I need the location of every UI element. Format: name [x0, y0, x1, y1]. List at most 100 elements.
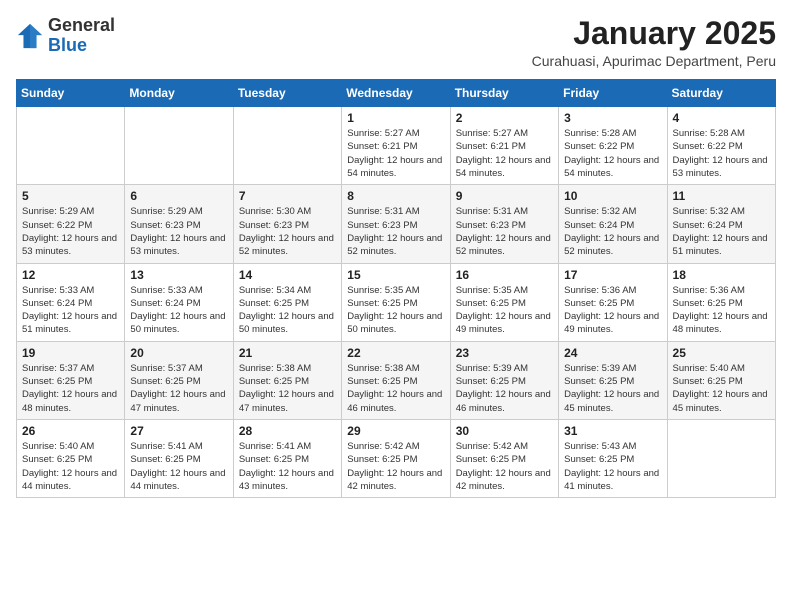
calendar-cell: 5 Sunrise: 5:29 AM Sunset: 6:22 PM Daylig… — [17, 185, 125, 263]
calendar-header-tuesday: Tuesday — [233, 80, 341, 107]
calendar-cell — [125, 107, 233, 185]
day-info: Sunrise: 5:29 AM Sunset: 6:23 PM Dayligh… — [130, 205, 227, 258]
day-info: Sunrise: 5:29 AM Sunset: 6:22 PM Dayligh… — [22, 205, 119, 258]
logo-blue-text: Blue — [48, 35, 87, 55]
calendar-cell — [17, 107, 125, 185]
calendar-cell: 20 Sunrise: 5:37 AM Sunset: 6:25 PM Dayli… — [125, 341, 233, 419]
calendar-cell: 29 Sunrise: 5:42 AM Sunset: 6:25 PM Dayli… — [342, 419, 450, 497]
day-info: Sunrise: 5:41 AM Sunset: 6:25 PM Dayligh… — [130, 440, 227, 493]
calendar-cell: 6 Sunrise: 5:29 AM Sunset: 6:23 PM Daylig… — [125, 185, 233, 263]
title-section: January 2025 Curahuasi, Apurimac Departm… — [532, 16, 776, 69]
day-number: 10 — [564, 189, 661, 203]
calendar-cell: 8Sunrise: 5:31 AM Sunset: 6:23 PM Daylig… — [342, 185, 450, 263]
calendar-cell: 11Sunrise: 5:32 AM Sunset: 6:24 PM Dayli… — [667, 185, 775, 263]
day-number: 11 — [673, 189, 770, 203]
day-number: 12 — [22, 268, 119, 282]
day-info: Sunrise: 5:36 AM Sunset: 6:25 PM Dayligh… — [673, 284, 770, 337]
calendar-cell: 27Sunrise: 5:41 AM Sunset: 6:25 PM Dayli… — [125, 419, 233, 497]
day-info: Sunrise: 5:38 AM Sunset: 6:25 PM Dayligh… — [347, 362, 444, 415]
day-number: 16 — [456, 268, 553, 282]
day-number: 3 — [564, 111, 661, 125]
calendar-header-row: SundayMondayTuesdayWednesdayThursdayFrid… — [17, 80, 776, 107]
calendar-cell: 31 Sunrise: 5:43 AM Sunset: 6:25 PM Dayli… — [559, 419, 667, 497]
calendar-header-sunday: Sunday — [17, 80, 125, 107]
calendar-header-friday: Friday — [559, 80, 667, 107]
calendar-cell — [233, 107, 341, 185]
day-number: 28 — [239, 424, 336, 438]
day-info: Sunrise: 5:39 AM Sunset: 6:25 PM Dayligh… — [564, 362, 661, 415]
header: General Blue January 2025 Curahuasi, Apu… — [16, 16, 776, 69]
day-info: Sunrise: 5:33 AM Sunset: 6:24 PM Dayligh… — [130, 284, 227, 337]
day-number: 5 — [22, 189, 119, 203]
day-info: Sunrise: 5:35 AM Sunset: 6:25 PM Dayligh… — [347, 284, 444, 337]
calendar-cell: 28 Sunrise: 5:41 AM Sunset: 6:25 PM Dayli… — [233, 419, 341, 497]
calendar-cell: 4Sunrise: 5:28 AM Sunset: 6:22 PM Daylig… — [667, 107, 775, 185]
day-number: 29 — [347, 424, 444, 438]
calendar-week-row: 5 Sunrise: 5:29 AM Sunset: 6:22 PM Daylig… — [17, 185, 776, 263]
calendar-cell: 23 Sunrise: 5:39 AM Sunset: 6:25 PM Dayli… — [450, 341, 558, 419]
day-info: Sunrise: 5:42 AM Sunset: 6:25 PM Dayligh… — [456, 440, 553, 493]
day-number: 7 — [239, 189, 336, 203]
day-number: 6 — [130, 189, 227, 203]
day-number: 24 — [564, 346, 661, 360]
calendar-cell: 30 Sunrise: 5:42 AM Sunset: 6:25 PM Dayli… — [450, 419, 558, 497]
calendar-header-monday: Monday — [125, 80, 233, 107]
calendar-cell: 14Sunrise: 5:34 AM Sunset: 6:25 PM Dayli… — [233, 263, 341, 341]
day-number: 21 — [239, 346, 336, 360]
day-info: Sunrise: 5:31 AM Sunset: 6:23 PM Dayligh… — [456, 205, 553, 258]
calendar-header-thursday: Thursday — [450, 80, 558, 107]
day-info: Sunrise: 5:39 AM Sunset: 6:25 PM Dayligh… — [456, 362, 553, 415]
day-info: Sunrise: 5:36 AM Sunset: 6:25 PM Dayligh… — [564, 284, 661, 337]
day-info: Sunrise: 5:41 AM Sunset: 6:25 PM Dayligh… — [239, 440, 336, 493]
calendar-cell: 17 Sunrise: 5:36 AM Sunset: 6:25 PM Dayli… — [559, 263, 667, 341]
day-number: 15 — [347, 268, 444, 282]
calendar-table: SundayMondayTuesdayWednesdayThursdayFrid… — [16, 79, 776, 498]
day-number: 4 — [673, 111, 770, 125]
day-number: 25 — [673, 346, 770, 360]
calendar-cell — [667, 419, 775, 497]
day-number: 31 — [564, 424, 661, 438]
month-title: January 2025 — [532, 16, 776, 51]
calendar-cell: 15 Sunrise: 5:35 AM Sunset: 6:25 PM Dayli… — [342, 263, 450, 341]
day-number: 26 — [22, 424, 119, 438]
day-info: Sunrise: 5:37 AM Sunset: 6:25 PM Dayligh… — [22, 362, 119, 415]
calendar-cell: 24 Sunrise: 5:39 AM Sunset: 6:25 PM Dayli… — [559, 341, 667, 419]
day-number: 13 — [130, 268, 227, 282]
day-info: Sunrise: 5:33 AM Sunset: 6:24 PM Dayligh… — [22, 284, 119, 337]
day-number: 18 — [673, 268, 770, 282]
day-number: 23 — [456, 346, 553, 360]
day-info: Sunrise: 5:35 AM Sunset: 6:25 PM Dayligh… — [456, 284, 553, 337]
day-number: 2 — [456, 111, 553, 125]
day-number: 30 — [456, 424, 553, 438]
calendar-cell: 18 Sunrise: 5:36 AM Sunset: 6:25 PM Dayli… — [667, 263, 775, 341]
day-info: Sunrise: 5:27 AM Sunset: 6:21 PM Dayligh… — [347, 127, 444, 180]
day-info: Sunrise: 5:42 AM Sunset: 6:25 PM Dayligh… — [347, 440, 444, 493]
day-info: Sunrise: 5:38 AM Sunset: 6:25 PM Dayligh… — [239, 362, 336, 415]
calendar-cell: 1 Sunrise: 5:27 AM Sunset: 6:21 PM Daylig… — [342, 107, 450, 185]
calendar-cell: 9 Sunrise: 5:31 AM Sunset: 6:23 PM Daylig… — [450, 185, 558, 263]
location-subtitle: Curahuasi, Apurimac Department, Peru — [532, 53, 776, 69]
day-number: 9 — [456, 189, 553, 203]
calendar-cell: 2Sunrise: 5:27 AM Sunset: 6:21 PM Daylig… — [450, 107, 558, 185]
day-number: 1 — [347, 111, 444, 125]
day-number: 20 — [130, 346, 227, 360]
day-info: Sunrise: 5:40 AM Sunset: 6:25 PM Dayligh… — [673, 362, 770, 415]
day-info: Sunrise: 5:37 AM Sunset: 6:25 PM Dayligh… — [130, 362, 227, 415]
day-info: Sunrise: 5:43 AM Sunset: 6:25 PM Dayligh… — [564, 440, 661, 493]
calendar-cell: 10Sunrise: 5:32 AM Sunset: 6:24 PM Dayli… — [559, 185, 667, 263]
calendar-cell: 19Sunrise: 5:37 AM Sunset: 6:25 PM Dayli… — [17, 341, 125, 419]
day-info: Sunrise: 5:30 AM Sunset: 6:23 PM Dayligh… — [239, 205, 336, 258]
calendar-cell: 21 Sunrise: 5:38 AM Sunset: 6:25 PM Dayli… — [233, 341, 341, 419]
calendar-header-wednesday: Wednesday — [342, 80, 450, 107]
calendar-cell: 3Sunrise: 5:28 AM Sunset: 6:22 PM Daylig… — [559, 107, 667, 185]
day-info: Sunrise: 5:34 AM Sunset: 6:25 PM Dayligh… — [239, 284, 336, 337]
calendar-cell: 25 Sunrise: 5:40 AM Sunset: 6:25 PM Dayli… — [667, 341, 775, 419]
calendar-week-row: 1 Sunrise: 5:27 AM Sunset: 6:21 PM Daylig… — [17, 107, 776, 185]
day-info: Sunrise: 5:40 AM Sunset: 6:25 PM Dayligh… — [22, 440, 119, 493]
calendar-cell: 16 Sunrise: 5:35 AM Sunset: 6:25 PM Dayli… — [450, 263, 558, 341]
calendar-week-row: 19Sunrise: 5:37 AM Sunset: 6:25 PM Dayli… — [17, 341, 776, 419]
calendar-week-row: 12 Sunrise: 5:33 AM Sunset: 6:24 PM Dayli… — [17, 263, 776, 341]
day-info: Sunrise: 5:31 AM Sunset: 6:23 PM Dayligh… — [347, 205, 444, 258]
calendar-week-row: 26 Sunrise: 5:40 AM Sunset: 6:25 PM Dayli… — [17, 419, 776, 497]
day-number: 17 — [564, 268, 661, 282]
